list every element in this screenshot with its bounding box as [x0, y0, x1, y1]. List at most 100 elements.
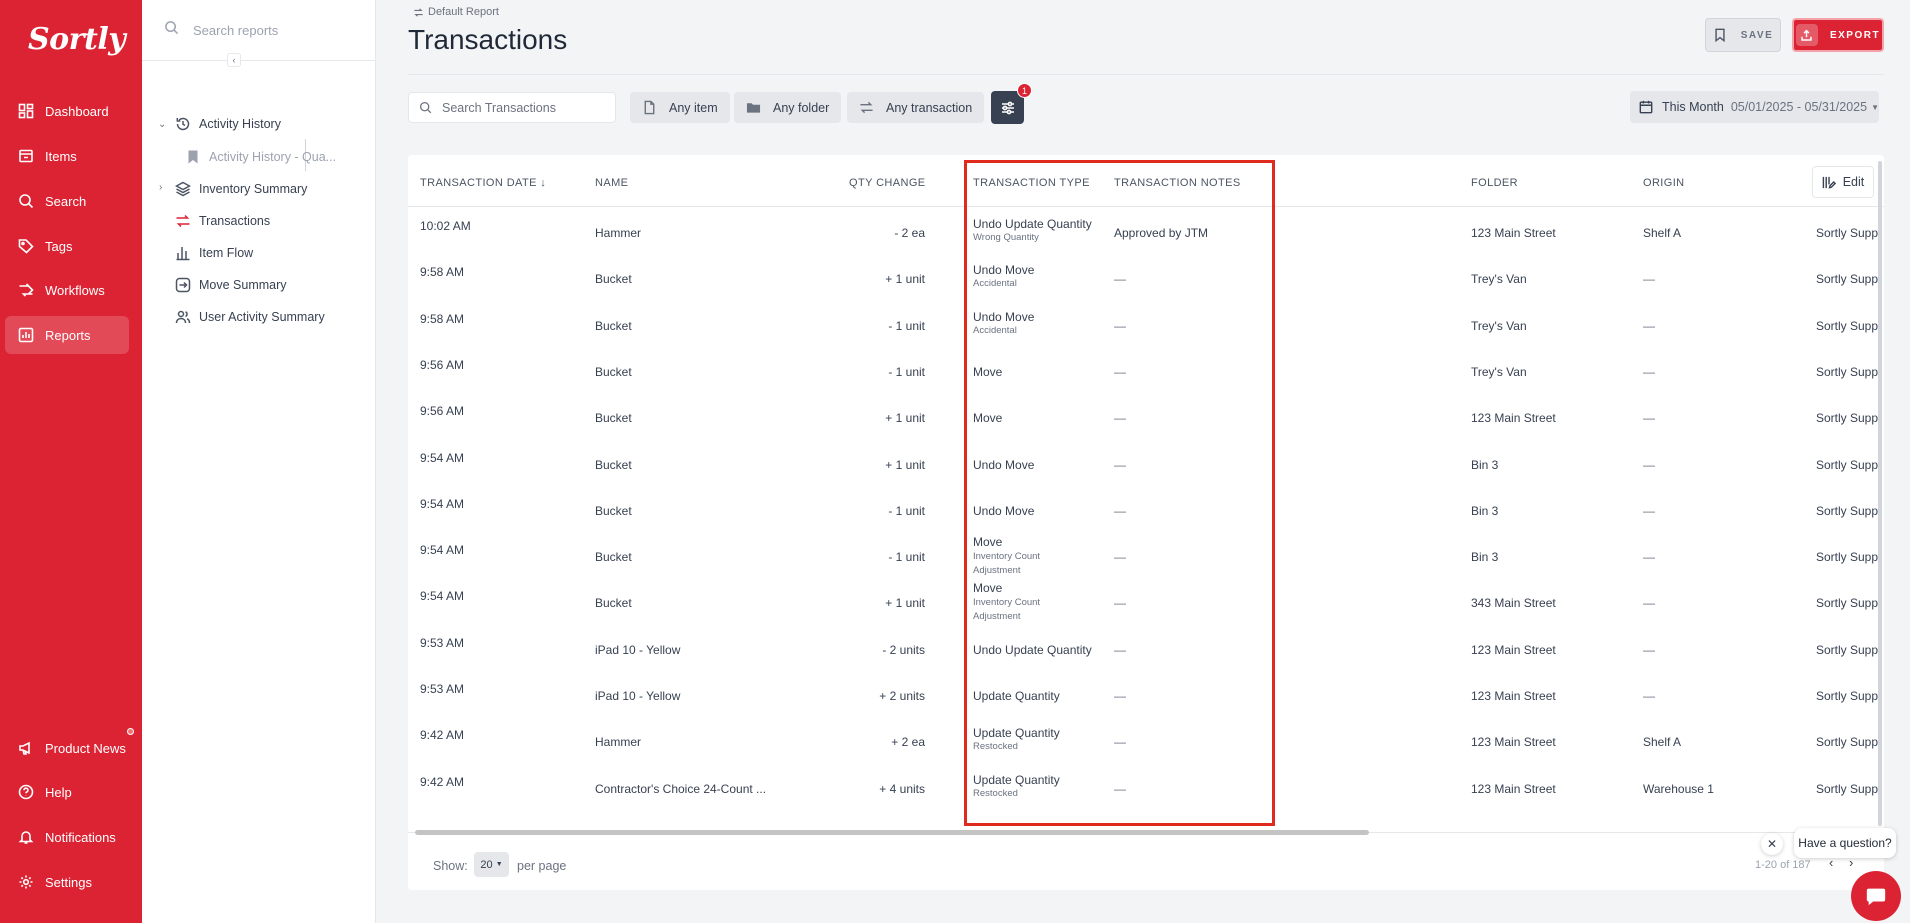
chevron-right-icon[interactable]: ›	[159, 182, 162, 193]
table-row[interactable]: 9:53 AM iPad 10 - Yellow + 2 units Update Q…	[408, 671, 1884, 717]
cell-notes: —	[1114, 318, 1126, 333]
chevron-down-icon[interactable]: ⌄	[158, 119, 166, 130]
any-transaction-filter[interactable]: Any transaction	[847, 92, 985, 123]
gear-icon	[17, 873, 35, 891]
any-folder-filter[interactable]: Any folder	[734, 92, 842, 123]
column-header-notes[interactable]: TRANSACTION NOTES	[1114, 177, 1241, 189]
cell-origin: —	[1643, 642, 1655, 657]
per-page-select[interactable]: 20 ▼	[474, 852, 509, 877]
chat-launcher-button[interactable]	[1851, 871, 1901, 921]
table-row[interactable]: 9:56 AM Bucket + 1 unit Move — 123 Main Stree…	[408, 393, 1884, 439]
upload-icon	[1795, 24, 1818, 46]
breadcrumb[interactable]: Default Report	[413, 6, 499, 18]
nav-search[interactable]: Search	[5, 182, 129, 220]
table-row[interactable]: 9:54 AM Bucket + 1 unit Move — 343 Main Stree…	[408, 578, 1884, 624]
sliders-icon	[1001, 101, 1014, 114]
column-header-folder[interactable]: FOLDER	[1471, 177, 1518, 189]
vertical-scrollbar[interactable]	[1878, 161, 1882, 826]
column-header-name[interactable]: NAME	[595, 177, 628, 189]
cell-name: iPad 10 - Yellow	[595, 689, 681, 703]
nav-product-news[interactable]: Product News	[5, 729, 129, 767]
report-activity-history[interactable]: Activity History	[175, 113, 281, 135]
file-icon	[644, 100, 655, 115]
nav-items[interactable]: Items	[5, 137, 129, 175]
collapse-sidebar-button[interactable]: ‹	[227, 53, 241, 67]
column-header-date[interactable]: TRANSACTION DATE ↓	[420, 177, 546, 189]
horizontal-scrollbar[interactable]	[415, 830, 1369, 835]
pagination-range: 1-20 of 187	[1755, 859, 1811, 871]
export-button[interactable]: EXPORT	[1792, 18, 1884, 52]
table-row[interactable]: 9:56 AM Bucket - 1 unit Move — Trey's Van — Sor…	[408, 347, 1884, 393]
cell-date: 9:54 AM	[420, 589, 465, 604]
sortly-logo[interactable]: Sortly	[28, 22, 126, 57]
table-row[interactable]: 9:42 AM Hammer + 2 ea Update Quantity — 123 M…	[408, 717, 1884, 763]
close-chat-prompt-button[interactable]: ✕	[1761, 833, 1783, 855]
cell-name: Hammer	[595, 226, 642, 240]
cell-type-reason: Restocked	[973, 741, 1018, 753]
cell-qty: - 1 unit	[888, 503, 925, 518]
any-item-filter[interactable]: Any item	[630, 92, 730, 123]
nav-notifications[interactable]: Notifications	[5, 818, 129, 856]
search-icon	[17, 192, 35, 210]
report-user-activity-summary[interactable]: User Activity Summary	[175, 306, 325, 328]
nav-help[interactable]: Help	[5, 773, 129, 811]
cell-name: Bucket	[595, 364, 632, 379]
nav-label: Product News	[45, 740, 126, 756]
cell-date: 9:56 AM	[420, 357, 465, 372]
table-row[interactable]: 9:53 AM iPad 10 - Yellow - 2 units Undo Upd…	[408, 625, 1884, 671]
cell-notes: —	[1114, 642, 1126, 657]
unread-dot	[127, 728, 134, 735]
users-icon	[175, 310, 191, 324]
nav-workflows[interactable]: Workflows	[5, 271, 129, 309]
cell-name: Bucket	[595, 503, 632, 518]
nav-tags[interactable]: Tags	[5, 227, 129, 265]
edit-columns-button[interactable]: Edit	[1812, 166, 1874, 198]
cell-qty: - 2 ea	[894, 226, 925, 240]
chat-prompt[interactable]: Have a question?	[1794, 828, 1896, 858]
nav-reports[interactable]: Reports	[5, 316, 129, 354]
cell-date: 9:56 AM	[420, 404, 465, 419]
cell-type: Undo Move	[973, 503, 1035, 518]
cell-name: Contractor's Choice 24-Count ...	[595, 781, 767, 796]
table-row[interactable]: 9:42 AM Contractor's Choice 24-Count ... +…	[408, 764, 1884, 810]
search-icon	[419, 101, 432, 114]
report-transactions[interactable]: Transactions	[175, 210, 270, 232]
layers-icon	[175, 181, 191, 197]
table-row[interactable]: 10:02 AM Hammer - 2 ea Undo Update Quantity…	[408, 208, 1884, 254]
cell-type: Undo Update Quantity	[973, 217, 1092, 231]
cell-extra: Sortly Supp	[1816, 503, 1879, 518]
report-move-summary[interactable]: Move Summary	[175, 274, 287, 296]
report-inventory-summary[interactable]: Inventory Summary	[175, 178, 307, 200]
folder-icon	[746, 103, 761, 113]
cell-extra: Sortly Supp	[1816, 781, 1879, 796]
cell-notes: —	[1114, 457, 1126, 472]
cell-notes: —	[1114, 735, 1126, 750]
cell-type: Undo Move	[973, 309, 1035, 324]
nav-dashboard[interactable]: Dashboard	[5, 92, 129, 130]
cell-notes: —	[1114, 364, 1126, 379]
report-search-input[interactable]	[193, 22, 363, 38]
bell-icon	[17, 828, 35, 846]
column-header-qty[interactable]: QTY CHANGE	[849, 177, 926, 189]
column-header-type[interactable]: TRANSACTION TYPE	[973, 177, 1090, 189]
column-header-origin[interactable]: ORIGIN	[1643, 177, 1685, 189]
cell-notes: —	[1114, 596, 1126, 611]
date-range-filter[interactable]: This Month 05/01/2025 - 05/31/2025 ▼	[1630, 91, 1879, 123]
transaction-search-input[interactable]	[442, 100, 612, 115]
cell-type-reason: Inventory Count Adjustment	[973, 551, 1041, 577]
nav-label: Search	[45, 193, 87, 209]
cell-extra: Sortly Supp	[1816, 272, 1879, 287]
nav-settings[interactable]: Settings	[5, 863, 129, 901]
table-row[interactable]: 9:54 AM Bucket - 1 unit Move — Bin 3 — Sortly S…	[408, 532, 1884, 578]
table-row[interactable]: 9:54 AM Bucket + 1 unit Undo Move — Bin 3 — Sor…	[408, 440, 1884, 486]
report-activity-history-saved[interactable]: Activity History - Qua...	[185, 146, 336, 168]
table-row[interactable]: 9:58 AM Bucket + 1 unit Undo Move — Trey's Va…	[408, 254, 1884, 300]
cell-origin: Warehouse 1	[1643, 781, 1714, 796]
cell-date: 9:42 AM	[420, 728, 465, 743]
cell-folder: Bin 3	[1471, 457, 1499, 472]
table-row[interactable]: 9:58 AM Bucket - 1 unit Undo Move — Trey's Va…	[408, 301, 1884, 347]
table-row[interactable]: 9:54 AM Bucket - 1 unit Undo Move — Bin 3 — Sor…	[408, 486, 1884, 532]
bar-chart-icon	[176, 247, 190, 261]
report-item-flow[interactable]: Item Flow	[175, 242, 253, 264]
save-button[interactable]: SAVE	[1705, 18, 1781, 52]
